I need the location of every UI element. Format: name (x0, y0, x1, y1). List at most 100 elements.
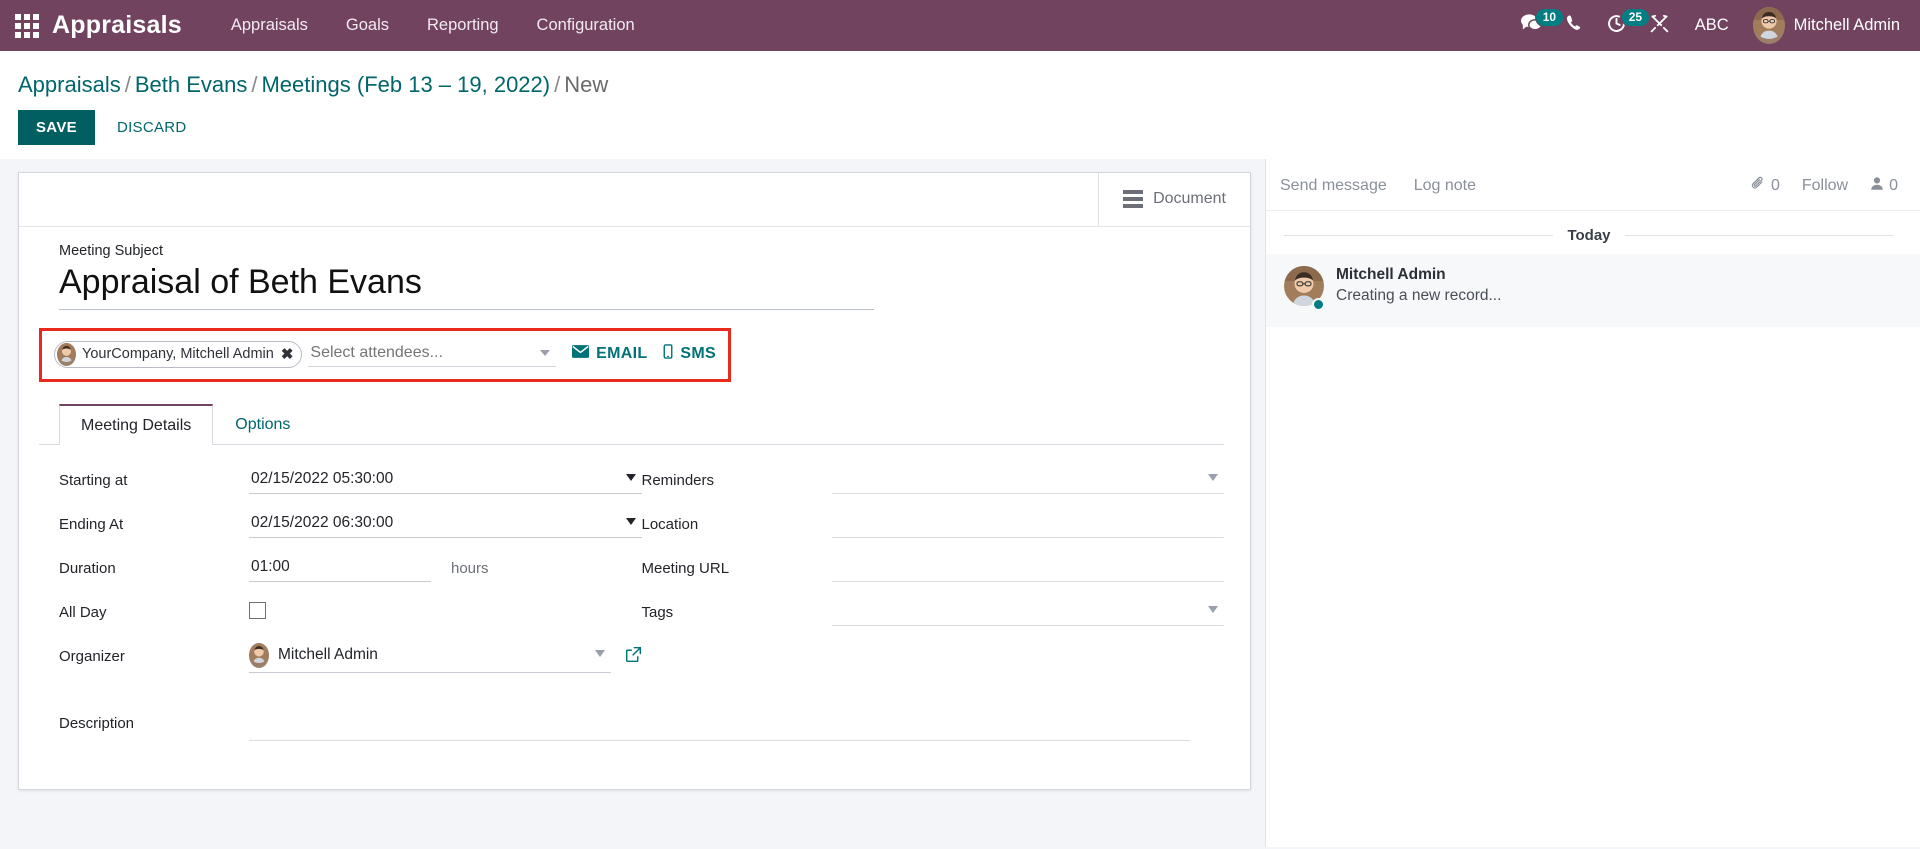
field-row-location: Location (641, 510, 1224, 544)
duration-input[interactable] (249, 554, 431, 582)
tags-input[interactable] (831, 598, 1224, 626)
breadcrumb-item-appraisals[interactable]: Appraisals (18, 72, 121, 97)
chevron-down-icon[interactable] (594, 649, 605, 657)
language-switcher[interactable]: ABC (1681, 16, 1743, 35)
user-menu-button[interactable]: Mitchell Admin (1743, 0, 1906, 51)
chevron-down-icon[interactable] (1208, 473, 1218, 481)
field-row-starting-at: Starting at (59, 466, 642, 500)
field-row-ending-at: Ending At (59, 510, 642, 544)
phone-icon (1564, 13, 1584, 38)
attendees-highlight-box: YourCompany, Mitchell Admin ✖ Select att… (39, 327, 731, 382)
separator-line-left (1284, 234, 1554, 236)
form-sheet: Document Meeting Subject Appraisal of Be… (18, 171, 1251, 790)
paperclip-icon (1751, 176, 1766, 196)
organizer-field[interactable]: Mitchell Admin (249, 642, 611, 673)
message-body: Creating a new record... (1336, 286, 1502, 304)
menu-item-appraisals[interactable]: Appraisals (212, 0, 327, 51)
meeting-subject-input[interactable] (59, 260, 874, 310)
form-container: Document Meeting Subject Appraisal of Be… (0, 159, 1265, 847)
user-icon (1870, 176, 1884, 196)
attendee-avatar (57, 342, 76, 366)
send-message-button[interactable]: Send message (1280, 177, 1387, 195)
menu-item-goals[interactable]: Goals (327, 0, 408, 51)
chatter-topbar: Send message Log note 0 Follow 0 (1266, 159, 1920, 211)
followers-button[interactable]: 0 (1870, 176, 1898, 196)
meeting-url-input[interactable] (831, 554, 1224, 582)
log-note-button[interactable]: Log note (1414, 177, 1476, 195)
starting-at-label: Starting at (59, 471, 128, 489)
document-stat-button[interactable]: Document (1098, 172, 1250, 226)
attendee-tag[interactable]: YourCompany, Mitchell Admin ✖ (54, 340, 303, 368)
message-avatar (1284, 265, 1325, 311)
chatter-panel: Send message Log note 0 Follow 0 Today M… (1265, 158, 1920, 847)
mobile-icon (663, 344, 673, 364)
attachments-button[interactable]: 0 (1751, 176, 1780, 196)
organizer-label: Organizer (59, 647, 125, 665)
breadcrumb-item-new: New (564, 72, 609, 97)
avatar (1752, 7, 1785, 44)
debug-menu-button[interactable] (1638, 0, 1681, 51)
messages-menu-button[interactable]: 10 (1509, 0, 1565, 51)
main-content: Document Meeting Subject Appraisal of Be… (0, 158, 1920, 847)
discard-button[interactable]: DISCARD (103, 110, 201, 145)
sms-button-label: SMS (680, 345, 716, 363)
reminders-input[interactable] (831, 466, 1224, 494)
chevron-down-icon[interactable] (625, 517, 636, 525)
field-row-duration: Duration hours (59, 554, 642, 588)
top-navbar: Appraisals Appraisals Goals Reporting Co… (0, 0, 1920, 51)
description-label: Description (59, 714, 135, 732)
close-icon[interactable]: ✖ (281, 347, 294, 362)
attendees-field (308, 341, 557, 367)
attendee-tag-label: YourCompany, Mitchell Admin (82, 346, 274, 363)
location-label: Location (641, 515, 699, 533)
organizer-value: Mitchell Admin (278, 646, 378, 664)
activities-menu-button[interactable]: 25 (1595, 0, 1651, 51)
field-row-tags: Tags (642, 598, 1224, 632)
tab-meeting-details[interactable]: Meeting Details (59, 403, 214, 445)
save-button[interactable]: SAVE (18, 109, 95, 145)
starting-at-input[interactable] (249, 466, 642, 494)
day-separator: Today (1266, 211, 1920, 254)
field-row-meeting-url: Meeting URL (642, 554, 1224, 588)
breadcrumb-item-beth-evans[interactable]: Beth Evans (135, 72, 248, 97)
list-lines-icon (1123, 190, 1144, 209)
menu-item-reporting[interactable]: Reporting (408, 0, 518, 51)
notebook-tabs: Meeting Details Options (39, 403, 1224, 445)
message-author: Mitchell Admin (1336, 265, 1446, 283)
field-column-right: Reminders Location Meeting URL Tags (641, 466, 1224, 687)
ending-at-input[interactable] (249, 510, 642, 538)
separator-line-right (1624, 234, 1894, 236)
field-row-description: Description (59, 715, 1224, 741)
sms-button[interactable]: SMS (647, 344, 716, 364)
tab-options[interactable]: Options (213, 404, 312, 445)
field-grid: Starting at Ending At (59, 445, 1224, 687)
email-button[interactable]: EMAIL (556, 345, 647, 363)
control-panel: Appraisals / Beth Evans / Meetings (Feb 13 –… (0, 51, 1920, 159)
chevron-down-icon[interactable] (1208, 605, 1218, 613)
organizer-avatar (249, 642, 269, 668)
field-row-reminders: Reminders (642, 466, 1224, 500)
chevron-down-icon[interactable] (625, 473, 636, 481)
apps-grid-icon[interactable] (10, 9, 44, 43)
breadcrumb-item-meetings[interactable]: Meetings (Feb 13 – 19, 2022) (261, 72, 550, 97)
location-input[interactable] (831, 510, 1224, 538)
breadcrumb-separator: / (554, 72, 561, 97)
description-editor[interactable] (249, 715, 1190, 741)
voip-phone-button[interactable] (1553, 0, 1595, 51)
menu-item-configuration[interactable]: Configuration (518, 0, 654, 51)
chevron-down-icon[interactable] (540, 349, 551, 356)
duration-label: Duration (59, 559, 116, 577)
attendees-input[interactable] (308, 341, 537, 366)
meeting-subject-label: Meeting Subject (59, 242, 163, 259)
field-column-left: Starting at Ending At (59, 466, 642, 687)
follow-button[interactable]: Follow (1802, 177, 1848, 195)
internal-link-icon[interactable] (625, 646, 642, 670)
form-body: Meeting Subject Appraisal of Beth Evans … (19, 227, 1250, 741)
duration-unit-label: hours (451, 559, 489, 577)
stat-button-box: Document (19, 172, 1250, 227)
systray: 10 25 ABC Mitchell Admin (1509, 0, 1906, 51)
app-brand-title[interactable]: Appraisals (52, 11, 182, 40)
breadcrumb-separator: / (124, 72, 131, 97)
all-day-checkbox[interactable] (249, 601, 266, 619)
breadcrumb-separator: / (251, 72, 258, 97)
